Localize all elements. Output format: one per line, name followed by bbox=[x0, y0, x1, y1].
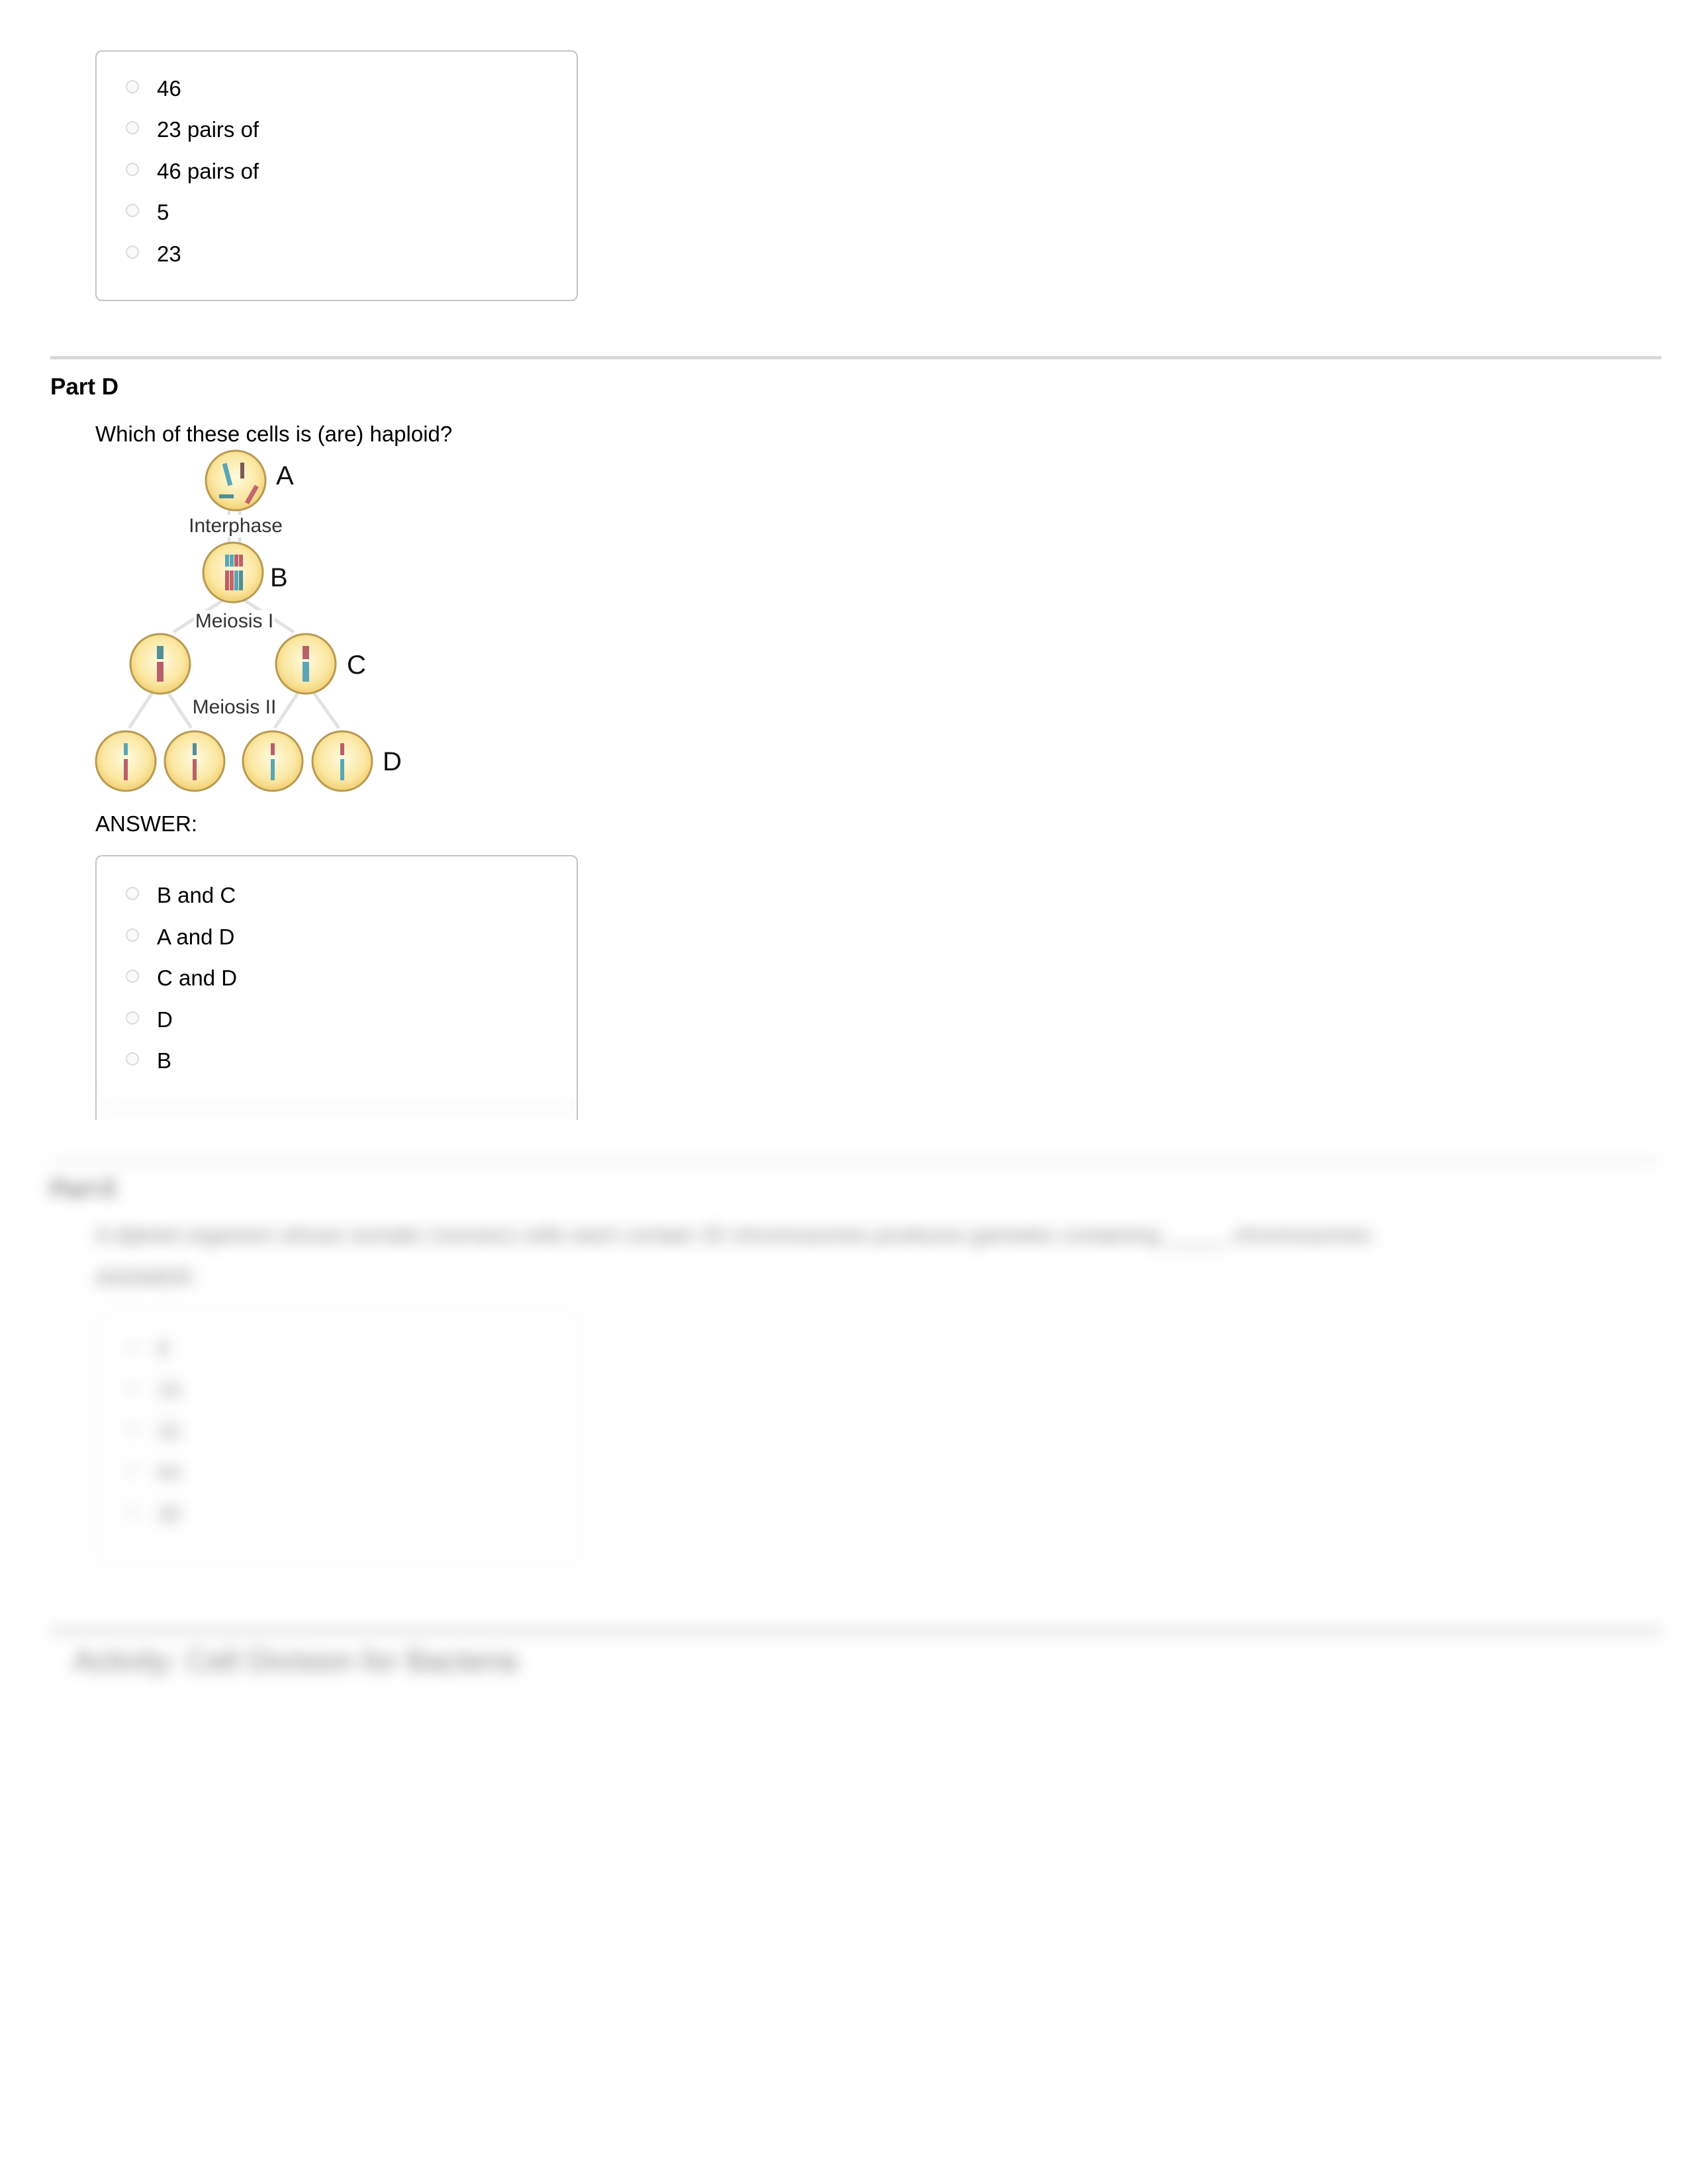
partd-option-c-and-d[interactable]: C and D bbox=[126, 965, 237, 991]
partd-answer-box: B and C A and D C and D D B bbox=[95, 855, 578, 1120]
option-label: C and D bbox=[157, 966, 238, 990]
cell-d-4 bbox=[311, 730, 373, 792]
option-label: B and C bbox=[157, 883, 236, 907]
arrow-meiosis-2-right bbox=[273, 692, 341, 729]
stage-label-interphase: Interphase bbox=[187, 515, 284, 537]
blurred-preview-region: Part E A diploid organism whose somatic … bbox=[0, 1093, 1688, 1755]
cell-label-b: B bbox=[270, 563, 288, 592]
part-title-blurred: Part E bbox=[50, 1176, 118, 1202]
activity-heading-blurred: Activity: Cell Division for Bacteria bbox=[73, 1643, 518, 1678]
cell-d-1 bbox=[95, 730, 157, 792]
arrow-meiosis-2-left bbox=[127, 692, 193, 729]
chromosome bbox=[219, 494, 234, 498]
answer-label: ANSWER: bbox=[95, 811, 198, 836]
cell-label-c: C bbox=[347, 651, 366, 680]
cell-label-d: D bbox=[383, 747, 402, 776]
radio-button[interactable] bbox=[126, 1011, 139, 1024]
option-label: B bbox=[157, 1048, 172, 1073]
blurred-option: 16 bbox=[126, 1377, 181, 1403]
cell-label-a: A bbox=[276, 461, 294, 490]
partd-option-b-and-c[interactable]: B and C bbox=[126, 882, 236, 909]
partd-option-a-and-d[interactable]: A and D bbox=[126, 924, 234, 950]
partd-option-b[interactable]: B bbox=[126, 1048, 171, 1074]
blurred-option: 30 bbox=[126, 1501, 181, 1527]
question-text-blurred: A diploid organism whose somatic (nonsex… bbox=[95, 1222, 1377, 1247]
blurred-option: 64 bbox=[126, 1459, 181, 1486]
cell-a bbox=[205, 449, 267, 512]
radio-button[interactable] bbox=[126, 887, 139, 900]
cell-b bbox=[202, 541, 264, 604]
option-label: D bbox=[157, 1007, 173, 1032]
radio-button[interactable] bbox=[126, 1052, 139, 1066]
stage-label-meiosis-1: Meiosis I bbox=[193, 610, 275, 633]
cell-d-2 bbox=[164, 730, 226, 792]
radio-button[interactable] bbox=[126, 929, 139, 942]
answer-label-blurred: ANSWER: bbox=[95, 1265, 198, 1290]
blurred-option: 32 bbox=[126, 1418, 181, 1445]
option-label: A and D bbox=[157, 925, 235, 949]
cell-meiosis1-left bbox=[129, 633, 191, 695]
cell-d-3 bbox=[242, 730, 304, 792]
partd-option-d[interactable]: D bbox=[126, 1007, 173, 1033]
cell-c bbox=[275, 633, 337, 695]
chromosome bbox=[240, 463, 244, 478]
stage-label-meiosis-2: Meiosis II bbox=[191, 696, 278, 719]
blurred-option: 8 bbox=[126, 1336, 169, 1362]
radio-button[interactable] bbox=[126, 970, 139, 983]
